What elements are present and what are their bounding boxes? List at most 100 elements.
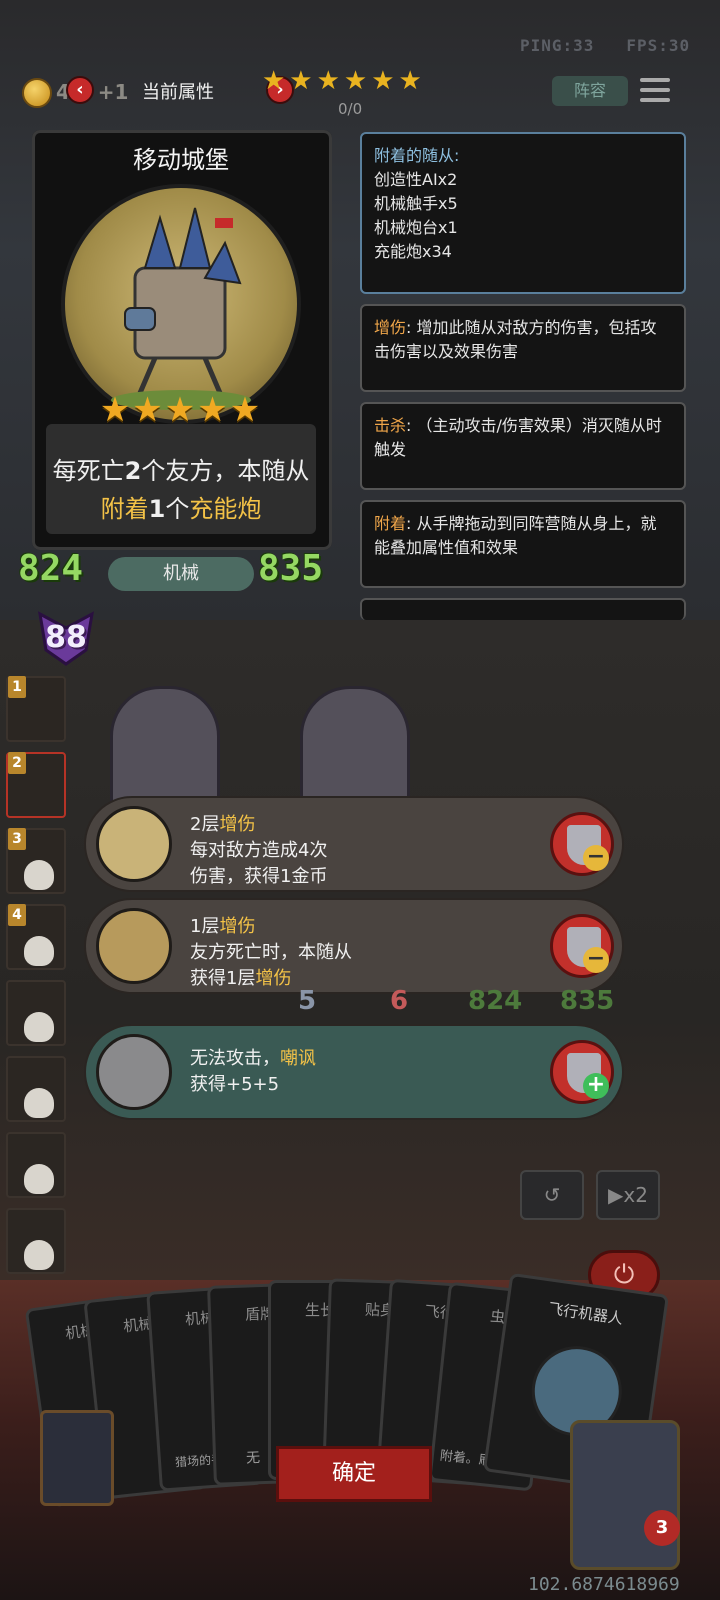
- unit-health: 835: [258, 548, 324, 589]
- ping-text: PING:33: [520, 36, 595, 55]
- skull-icon: [24, 1164, 54, 1194]
- attached-item: 创造性AIx2: [374, 170, 458, 189]
- lineup-button[interactable]: 阵容: [552, 76, 628, 106]
- roster-slot-5[interactable]: [6, 980, 66, 1046]
- speed-button[interactable]: ▶x2: [596, 1170, 660, 1220]
- effect-line: 获得1层: [190, 968, 256, 989]
- star-rating-top: ★★★★★★: [262, 66, 426, 96]
- skull-icon: [24, 1088, 54, 1118]
- board-stat-a: 5: [298, 986, 317, 1016]
- effect-line: 获得+5+5: [190, 1074, 280, 1095]
- attach-label: 附着: [374, 514, 407, 533]
- remove-effect-button[interactable]: −: [550, 914, 614, 978]
- damage-label: 增伤: [374, 318, 407, 337]
- roster-slot-4[interactable]: 4: [6, 904, 66, 970]
- unit-attack: 824: [18, 548, 84, 589]
- desc-num2: 1: [148, 495, 166, 523]
- add-effect-button[interactable]: +: [550, 1040, 614, 1104]
- board-health: 835: [560, 986, 615, 1016]
- gold-coin-icon: [22, 78, 52, 108]
- undo-button[interactable]: ↺: [520, 1170, 584, 1220]
- desc-num1: 2: [124, 457, 142, 485]
- desc-mid: 个友方，本随从: [141, 457, 310, 485]
- roster-slot-3[interactable]: 3: [6, 828, 66, 894]
- board-stat-b: 6: [390, 986, 409, 1016]
- keyword-attach-panel: 附着: 从手牌拖动到同阵营随从身上，就能叠加属性值和效果: [360, 500, 686, 588]
- desc-attach-keyword: 附着: [100, 495, 149, 523]
- desc-ge: 个: [165, 495, 190, 523]
- unit-description: 每死亡2个友方，本随从附着1个充能炮: [50, 452, 312, 528]
- panel-title: 当前属性: [142, 82, 214, 103]
- hand-card-snippet: 无: [245, 1450, 261, 1467]
- unit-tribe: 机械: [108, 557, 254, 591]
- coordinate-readout: 102.6874618969: [528, 1574, 680, 1595]
- effect-line: 友方死亡时，本随从: [190, 942, 352, 963]
- attached-item: 充能炮x34: [374, 242, 452, 261]
- minus-icon: −: [583, 845, 609, 871]
- skull-icon: [24, 1240, 54, 1270]
- attached-item: 机械触手x5: [374, 194, 458, 213]
- roster-slot-8[interactable]: [6, 1208, 66, 1274]
- board-slot-right[interactable]: [300, 686, 410, 806]
- hero-portrait[interactable]: [40, 1410, 114, 1506]
- unit-star-rating: ★★★★★: [99, 390, 263, 430]
- more-panel: [360, 598, 686, 620]
- kill-text: : （主动攻击/伤害效果）消灭随从时触发: [374, 416, 662, 459]
- progress-counter: 0/0: [338, 100, 363, 118]
- desc-pre: 每死亡: [52, 457, 125, 485]
- menu-icon[interactable]: [640, 78, 670, 104]
- effect-keyword: 增伤: [219, 916, 256, 937]
- unit-name: 移动城堡: [133, 146, 229, 174]
- unit-detail-card: 移动城堡 ★★★★★ 每死亡2个友方，本随从附着1个充能炮: [24, 126, 338, 598]
- effect-keyword: 嘲讽: [280, 1048, 316, 1069]
- roster-number: 4: [8, 904, 26, 926]
- effect-line: 每对敌方造成4次: [190, 840, 328, 861]
- effect-level: 1层: [190, 916, 220, 937]
- keyword-kill-panel: 击杀: （主动攻击/伤害效果）消灭随从时触发: [360, 402, 686, 490]
- hand-card-label: 飞行机器人: [547, 1299, 625, 1328]
- slingshot-effect-icon: [96, 908, 172, 984]
- prev-arrow-button[interactable]: ‹: [66, 76, 94, 104]
- effect-keyword: 增伤: [219, 814, 256, 835]
- effect-row-damage-gold[interactable]: 2层增伤 每对敌方造成4次 伤害，获得1金币 −: [84, 796, 624, 892]
- effect-row-ally-death[interactable]: 1层增伤 友方死亡时，本随从 获得1层增伤 −: [84, 898, 624, 994]
- roster-number: 2: [8, 752, 26, 774]
- network-status: PING:33 FPS:30: [520, 36, 690, 55]
- minus-icon: −: [583, 947, 609, 973]
- attach-text: : 从手牌拖动到同阵营随从身上，就能叠加属性值和效果: [374, 514, 657, 557]
- gem-value: 88: [45, 620, 87, 655]
- skull-icon: [24, 860, 54, 890]
- effect-row-taunt[interactable]: 无法攻击，嘲讽 获得+5+5 +: [84, 1024, 624, 1120]
- effect-text: 2层增伤 每对敌方造成4次 伤害，获得1金币: [190, 812, 327, 890]
- plus-icon: +: [583, 1073, 609, 1099]
- effect-line: 伤害，获得1金币: [190, 866, 328, 887]
- confirm-button[interactable]: 确定: [276, 1446, 432, 1502]
- armor-effect-icon: [96, 1034, 172, 1110]
- effect-text: 1层增伤 友方死亡时，本随从 获得1层增伤: [190, 914, 352, 992]
- roster-number: 3: [8, 828, 26, 850]
- board-attack: 824: [468, 986, 523, 1016]
- roster-slot-6[interactable]: [6, 1056, 66, 1122]
- castle-effect-icon: [96, 806, 172, 882]
- player-avatar[interactable]: [570, 1420, 680, 1570]
- lives-badge: 3: [644, 1510, 680, 1546]
- effect-keyword: 增伤: [255, 968, 292, 989]
- attached-title: 附着的随从:: [374, 146, 460, 165]
- roster-number: 1: [8, 676, 26, 698]
- desc-item-keyword: 充能炮: [189, 495, 262, 523]
- kill-label: 击杀: [374, 416, 407, 435]
- attached-minions-panel: 附着的随从: 创造性AIx2 机械触手x5 机械炮台x1 充能炮x34: [360, 132, 686, 294]
- board-slot-left[interactable]: [110, 686, 220, 806]
- skull-icon: [24, 936, 54, 966]
- remove-effect-button[interactable]: −: [550, 812, 614, 876]
- roster-slot-7[interactable]: [6, 1132, 66, 1198]
- effect-level: 2层: [190, 814, 220, 835]
- roster-slot-1[interactable]: 1: [6, 676, 66, 742]
- fps-text: FPS:30: [626, 36, 691, 55]
- roster-slot-2[interactable]: 2: [6, 752, 66, 818]
- attached-item: 机械炮台x1: [374, 218, 458, 237]
- keyword-damage-panel: 增伤: 增加此随从对敌方的伤害，包括攻击伤害以及效果伤害: [360, 304, 686, 392]
- effect-text: 无法攻击，嘲讽 获得+5+5: [190, 1046, 316, 1098]
- effect-line: 无法攻击，: [190, 1048, 280, 1069]
- damage-text: : 增加此随从对敌方的伤害，包括攻击伤害以及效果伤害: [374, 318, 657, 361]
